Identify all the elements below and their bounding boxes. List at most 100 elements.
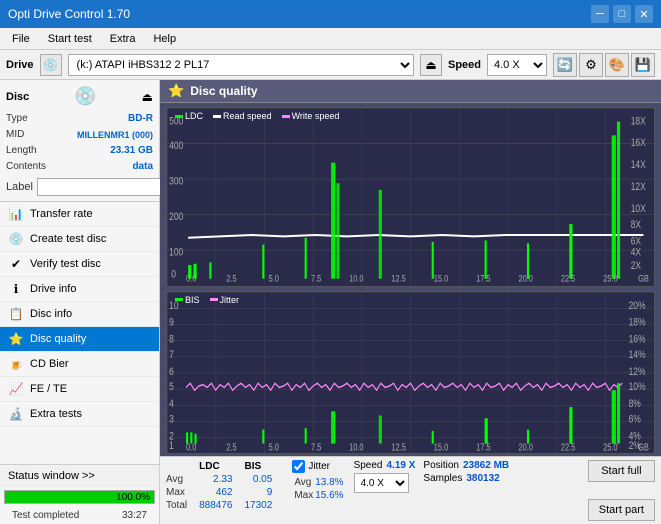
nav-disc-quality-label: Disc quality xyxy=(30,333,86,345)
menu-extra[interactable]: Extra xyxy=(102,32,144,46)
max-label: Max xyxy=(166,486,199,499)
type-label: Type xyxy=(6,111,28,127)
create-test-disc-icon: 💿 xyxy=(8,232,24,246)
svg-text:10X: 10X xyxy=(631,203,646,215)
save-button[interactable]: 💾 xyxy=(631,53,655,77)
nav-disc-info[interactable]: 📋 Disc info xyxy=(0,302,159,327)
svg-text:1: 1 xyxy=(169,440,174,452)
jitter-section: Jitter Avg 13.8% Max 15.6% xyxy=(292,460,345,521)
svg-text:0.0: 0.0 xyxy=(186,273,197,284)
svg-text:14%: 14% xyxy=(629,349,646,361)
start-part-button[interactable]: Start part xyxy=(588,499,655,521)
disc-quality-header-icon: ⭐ xyxy=(168,83,184,99)
svg-text:12.5: 12.5 xyxy=(391,441,406,452)
length-label: Length xyxy=(6,143,37,159)
bottom-chart: BIS Jitter xyxy=(166,291,655,454)
svg-text:0.0: 0.0 xyxy=(186,441,196,452)
svg-text:2.5: 2.5 xyxy=(226,441,236,452)
jitter-chart-label: Jitter xyxy=(220,295,240,305)
cd-bier-icon: 🍺 xyxy=(8,357,24,371)
svg-text:14X: 14X xyxy=(631,159,646,171)
speed-current-row: Speed 4.19 X xyxy=(354,460,416,471)
svg-text:0: 0 xyxy=(171,268,176,280)
nav-drive-info[interactable]: ℹ Drive info xyxy=(0,277,159,302)
svg-text:GB: GB xyxy=(638,273,649,284)
color-button[interactable]: 🎨 xyxy=(605,53,629,77)
svg-text:5: 5 xyxy=(169,381,174,393)
contents-label: Contents xyxy=(6,159,46,175)
samples-row: Samples 380132 xyxy=(423,473,509,484)
jitter-checkbox-row: Jitter xyxy=(292,460,345,473)
position-value: 23862 MB xyxy=(463,460,509,471)
progress-bar-container: 100.0% xyxy=(4,490,155,504)
avg-bis-value: 0.05 xyxy=(245,473,285,486)
nav-verify-test-disc-label: Verify test disc xyxy=(30,258,101,270)
refresh-button[interactable]: 🔄 xyxy=(553,53,577,77)
svg-text:7.5: 7.5 xyxy=(311,273,322,284)
speed-section: Speed 4.19 X 4.0 X xyxy=(354,460,416,521)
label-input[interactable] xyxy=(37,178,175,196)
nav-disc-info-label: Disc info xyxy=(30,308,72,320)
settings-button[interactable]: ⚙ xyxy=(579,53,603,77)
jitter-avg-label: Avg xyxy=(294,477,313,488)
svg-text:6: 6 xyxy=(169,365,174,377)
time-text: 33:27 xyxy=(116,508,153,523)
top-chart: LDC Read speed Write speed xyxy=(166,107,655,287)
nav-extra-tests-label: Extra tests xyxy=(30,408,82,420)
bis-dot xyxy=(175,298,183,301)
drive-icon-button[interactable]: 💿 xyxy=(40,54,62,76)
svg-text:4: 4 xyxy=(169,398,174,410)
samples-value: 380132 xyxy=(466,473,499,484)
svg-text:10.0: 10.0 xyxy=(349,441,364,452)
disc-label-row: Label 🔍 xyxy=(6,177,153,197)
legend-ldc: LDC xyxy=(175,111,203,121)
nav-extra-tests[interactable]: 🔬 Extra tests xyxy=(0,402,159,427)
svg-text:2X: 2X xyxy=(631,260,642,272)
svg-text:17.5: 17.5 xyxy=(476,441,491,452)
start-full-button[interactable]: Start full xyxy=(588,460,655,482)
minimize-button[interactable]: ─ xyxy=(591,5,609,23)
speed-select[interactable]: 4.0 X xyxy=(487,54,547,76)
disc-quality-title: Disc quality xyxy=(190,84,257,98)
menu-file[interactable]: File xyxy=(4,32,38,46)
write-speed-label: Write speed xyxy=(292,111,340,121)
disc-type-row: Type BD-R xyxy=(6,111,153,127)
nav-fe-te[interactable]: 📈 FE / TE xyxy=(0,377,159,402)
bottom-chart-svg: 10 9 8 7 6 5 4 3 2 1 20% 18% 16% 14% 12% xyxy=(167,292,654,453)
nav-drive-info-label: Drive info xyxy=(30,283,76,295)
nav-transfer-rate[interactable]: 📊 Transfer rate xyxy=(0,202,159,227)
jitter-avg-row: Avg 13.8% xyxy=(294,477,343,488)
svg-text:3: 3 xyxy=(169,413,174,425)
type-value: BD-R xyxy=(128,111,153,127)
title-bar: Opti Drive Control 1.70 ─ □ ✕ xyxy=(0,0,661,28)
nav-disc-quality[interactable]: ⭐ Disc quality xyxy=(0,327,159,352)
menu-start-test[interactable]: Start test xyxy=(40,32,100,46)
nav-create-test-disc[interactable]: 💿 Create test disc xyxy=(0,227,159,252)
svg-text:18%: 18% xyxy=(629,316,646,328)
drive-select[interactable]: (k:) ATAPI iHBS312 2 PL17 xyxy=(68,54,414,76)
nav-cd-bier-label: CD Bier xyxy=(30,358,69,370)
content-area: ⭐ Disc quality LDC Read speed xyxy=(160,80,661,524)
status-window-label: Status window >> xyxy=(8,470,95,482)
nav-verify-test-disc[interactable]: ✔ Verify test disc xyxy=(0,252,159,277)
jitter-max-row: Max 15.6% xyxy=(294,490,343,501)
progress-text: 100.0% xyxy=(116,491,150,505)
eject-button[interactable]: ⏏ xyxy=(420,54,442,76)
status-window-button[interactable]: Status window >> xyxy=(0,465,159,487)
legend-read-speed: Read speed xyxy=(213,111,272,121)
menu-help[interactable]: Help xyxy=(145,32,184,46)
disc-label: Disc xyxy=(6,91,29,103)
legend-jitter: Jitter xyxy=(210,295,240,305)
disc-info-header: Disc 💿 ⏏ xyxy=(6,86,153,107)
svg-text:200: 200 xyxy=(169,211,184,223)
svg-text:15.0: 15.0 xyxy=(434,441,449,452)
avg-label: Avg xyxy=(166,473,199,486)
maximize-button[interactable]: □ xyxy=(613,5,631,23)
close-button[interactable]: ✕ xyxy=(635,5,653,23)
jitter-checkbox[interactable] xyxy=(292,460,305,473)
disc-info-icon: 📋 xyxy=(8,307,24,321)
read-speed-label: Read speed xyxy=(223,111,272,121)
speed-select-stats[interactable]: 4.0 X xyxy=(354,473,409,493)
nav-cd-bier[interactable]: 🍺 CD Bier xyxy=(0,352,159,377)
svg-text:10.0: 10.0 xyxy=(349,273,364,284)
